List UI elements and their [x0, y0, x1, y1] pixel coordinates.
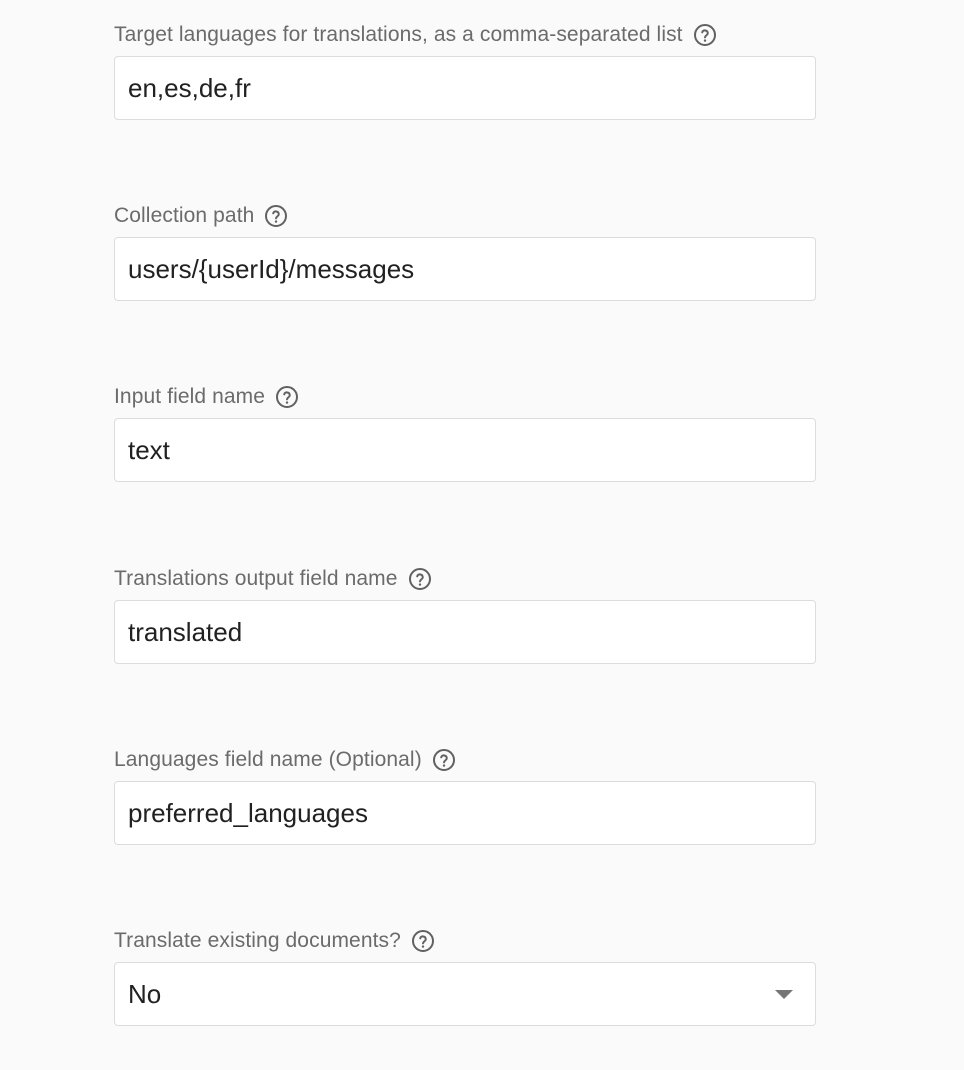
- target-languages-label: Target languages for translations, as a …: [114, 23, 683, 46]
- field-label-row: Languages field name (Optional): [114, 745, 816, 775]
- translations-output-label: Translations output field name: [114, 567, 398, 590]
- languages-field-name-input[interactable]: [115, 782, 815, 844]
- field-label-row: Collection path: [114, 201, 816, 231]
- collection-path-field: Collection path: [114, 201, 816, 301]
- languages-field-name-field: Languages field name (Optional): [114, 745, 816, 845]
- help-circle-icon[interactable]: [407, 566, 433, 592]
- help-circle-icon[interactable]: [263, 203, 289, 229]
- collection-path-input-box: [114, 237, 816, 301]
- collection-path-input[interactable]: [115, 238, 815, 300]
- languages-field-name-input-box: [114, 781, 816, 845]
- field-label-row: Translate existing documents?: [114, 926, 816, 956]
- field-label-row: Input field name: [114, 382, 816, 412]
- target-languages-input[interactable]: [115, 57, 815, 119]
- translate-existing-docs-label: Translate existing documents?: [114, 929, 401, 952]
- languages-field-name-label: Languages field name (Optional): [114, 748, 422, 771]
- input-field-name-label: Input field name: [114, 385, 266, 408]
- translations-output-input[interactable]: [115, 601, 815, 663]
- target-languages-field: Target languages for translations, as a …: [114, 20, 816, 120]
- translations-output-input-box: [114, 600, 816, 664]
- help-circle-icon[interactable]: [274, 384, 300, 410]
- collection-path-label: Collection path: [114, 204, 255, 227]
- target-languages-input-box: [114, 56, 816, 120]
- dropdown-caret-icon: [775, 990, 793, 999]
- field-label-row: Target languages for translations, as a …: [114, 20, 816, 50]
- translate-existing-docs-field: Translate existing documents? No: [114, 926, 816, 1026]
- input-field-name-field: Input field name: [114, 382, 816, 482]
- help-circle-icon[interactable]: [692, 22, 718, 48]
- field-label-row: Translations output field name: [114, 564, 816, 594]
- translate-existing-docs-select[interactable]: No: [114, 962, 816, 1026]
- translations-output-field: Translations output field name: [114, 564, 816, 664]
- help-circle-icon[interactable]: [431, 747, 457, 773]
- help-circle-icon[interactable]: [410, 928, 436, 954]
- select-value: No: [128, 979, 162, 1009]
- input-field-name-input-box: [114, 418, 816, 482]
- input-field-name-input[interactable]: [115, 419, 815, 481]
